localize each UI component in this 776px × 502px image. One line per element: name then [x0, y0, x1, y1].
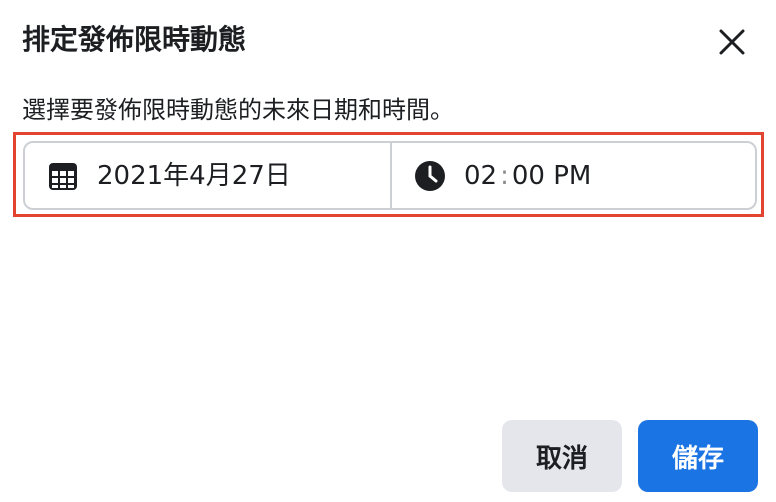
time-separator: :: [500, 160, 509, 191]
date-value: 2021年4月27日: [97, 160, 291, 191]
dialog-title: 排定發佈限時動態: [22, 23, 247, 56]
time-picker[interactable]: 02:00 PM: [392, 143, 755, 208]
date-picker[interactable]: 2021年4月27日: [25, 143, 392, 208]
schedule-picker-group: 2021年4月27日 02:00 PM: [23, 141, 757, 210]
time-value: 02:00 PM: [464, 160, 591, 192]
schedule-story-dialog: 排定發佈限時動態 選擇要發佈限時動態的未來日期和時間。 2021年4月27日 0…: [0, 0, 776, 502]
close-button[interactable]: [710, 20, 754, 64]
calendar-icon: [47, 160, 79, 192]
cancel-button[interactable]: 取消: [502, 420, 622, 492]
clock-icon: [414, 160, 446, 192]
close-icon: [719, 29, 745, 55]
save-button[interactable]: 儲存: [638, 420, 758, 492]
dialog-description: 選擇要發佈限時動態的未來日期和時間。: [22, 96, 454, 124]
time-minutes-period[interactable]: 00 PM: [512, 161, 591, 191]
time-hour[interactable]: 02: [464, 161, 497, 191]
